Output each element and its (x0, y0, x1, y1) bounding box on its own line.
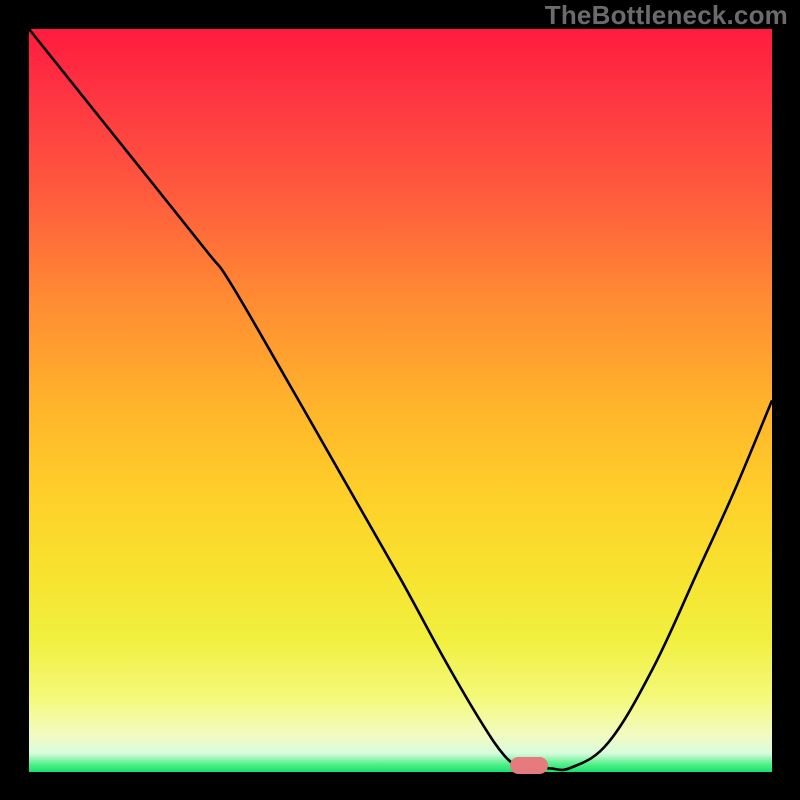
bottleneck-curve (29, 29, 772, 772)
curve-path (29, 29, 772, 770)
plot-area (29, 29, 772, 772)
optimum-marker (510, 757, 548, 774)
chart-frame: TheBottleneck.com (0, 0, 800, 800)
watermark-label: TheBottleneck.com (545, 0, 788, 31)
